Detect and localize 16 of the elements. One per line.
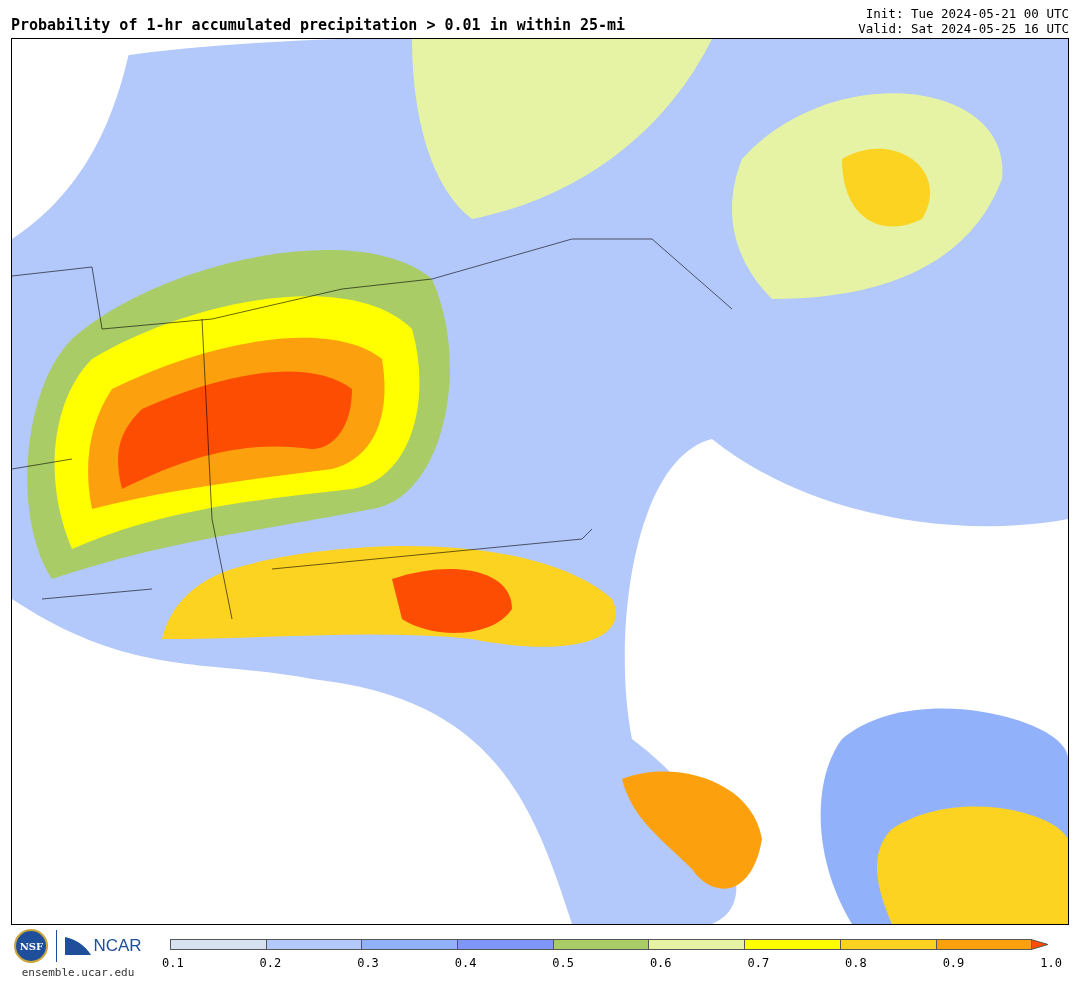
scale-tick-label: 0.9 xyxy=(942,956,965,970)
site-url: ensemble.ucar.edu xyxy=(21,966,135,979)
plot-title: Probability of 1-hr accumulated precipitation > 0.01 in within 25-mi xyxy=(11,16,626,36)
valid-time: Valid: Sat 2024-05-25 16 UTC xyxy=(858,21,1069,36)
scale-tick-label: 0.5 xyxy=(552,956,574,970)
scale-tick-label: 0.3 xyxy=(357,956,379,970)
scale-tick-label: 0.7 xyxy=(747,956,770,970)
nsf-logo: NSF xyxy=(14,929,49,963)
scale-tick-label: 0.1 xyxy=(162,956,184,970)
scale-tick-label: 0.2 xyxy=(259,956,282,970)
scale-tick-label: 0.4 xyxy=(454,956,477,970)
init-time: Init: Tue 2024-05-21 00 UTC xyxy=(864,6,1069,21)
scale-tick-label: 1.0 xyxy=(1040,956,1062,970)
scale-tick-label: 0.8 xyxy=(845,956,867,970)
ncar-logo: NCAR xyxy=(65,936,142,956)
scale-tick-label: 0.6 xyxy=(649,956,672,970)
